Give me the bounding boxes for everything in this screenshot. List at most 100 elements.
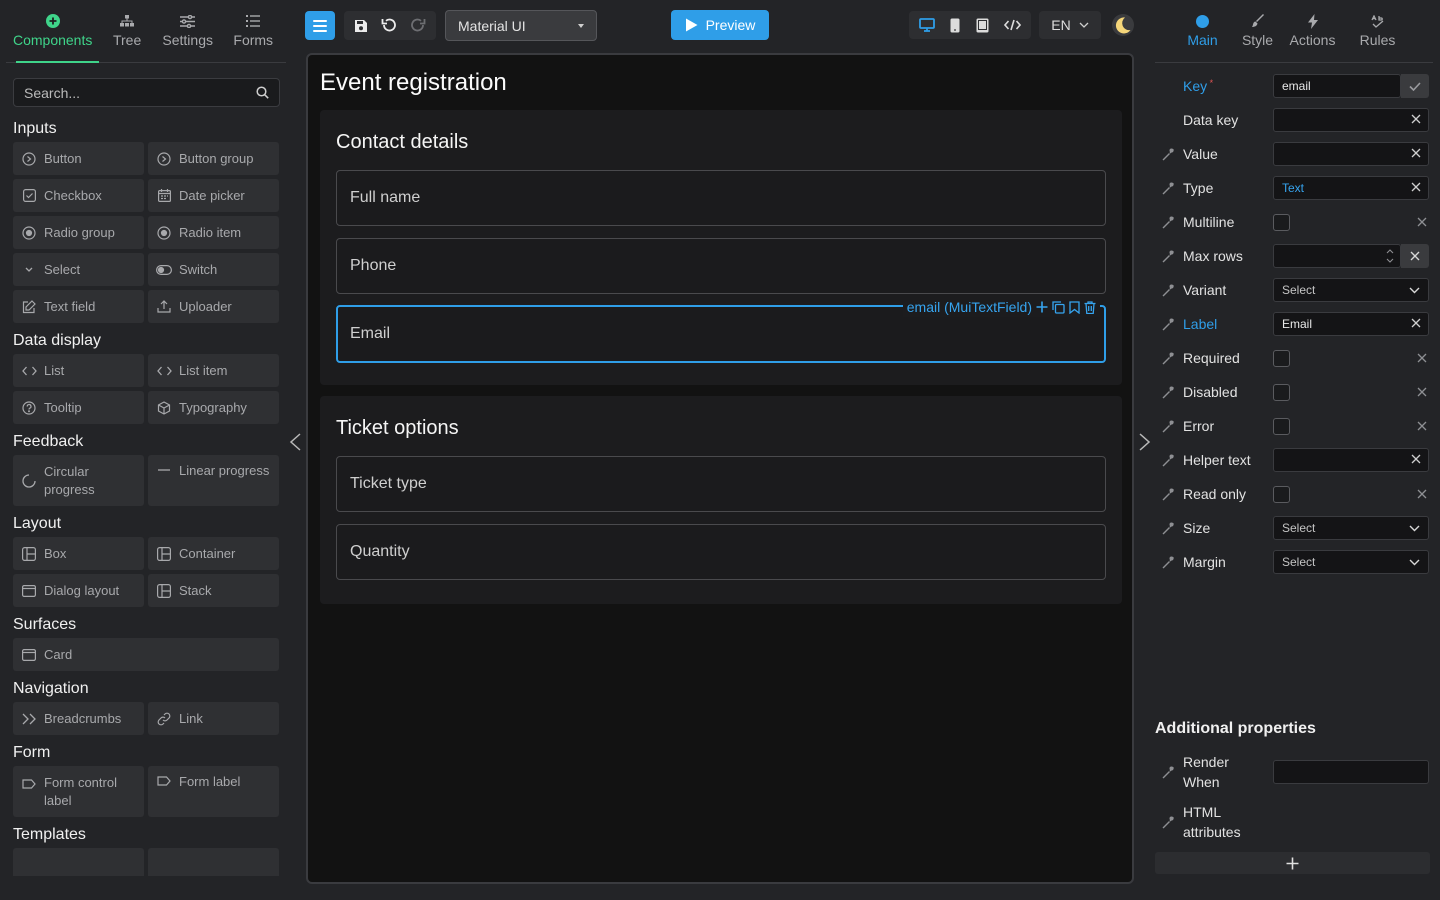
component-dialog-layout[interactable]: Dialog layout <box>13 574 144 607</box>
clear-icon[interactable] <box>1417 387 1427 397</box>
component-radio-group[interactable]: Radio group <box>13 216 144 249</box>
menu-button[interactable] <box>305 11 335 40</box>
component-box[interactable]: Box <box>13 537 144 570</box>
component-select[interactable]: Select <box>13 253 144 286</box>
component-list-item[interactable]: List item <box>148 354 279 387</box>
component-switch[interactable]: Switch <box>148 253 279 286</box>
wrench-icon[interactable] <box>1161 182 1174 195</box>
add-attribute-button[interactable] <box>1155 852 1430 874</box>
tab-components[interactable]: Components <box>6 8 100 63</box>
label-input[interactable]: Email <box>1273 312 1429 336</box>
clear-icon[interactable] <box>1411 182 1421 192</box>
clear-icon[interactable] <box>1411 454 1421 464</box>
max-rows-input[interactable] <box>1273 244 1401 268</box>
tab-main[interactable]: Main <box>1155 8 1250 62</box>
component-button[interactable]: Button <box>13 142 144 175</box>
bookmark-icon[interactable] <box>1069 300 1080 314</box>
tablet-icon[interactable] <box>976 18 989 33</box>
type-input[interactable]: Text <box>1273 176 1429 200</box>
field-quantity[interactable]: Quantity <box>336 524 1106 580</box>
clear-icon[interactable] <box>1411 148 1421 158</box>
component-card[interactable]: Card <box>13 638 279 671</box>
component-form-control-label[interactable]: Form control label <box>13 766 144 817</box>
disabled-checkbox[interactable] <box>1273 383 1290 401</box>
component-template[interactable] <box>13 848 144 876</box>
variant-select[interactable]: Select <box>1273 278 1429 302</box>
trash-icon[interactable] <box>1084 300 1096 314</box>
error-checkbox[interactable] <box>1273 417 1290 435</box>
clear-icon[interactable] <box>1417 217 1427 227</box>
add-icon[interactable] <box>1036 301 1048 313</box>
component-text-field[interactable]: Text field <box>13 290 144 323</box>
clear-icon[interactable] <box>1411 318 1421 328</box>
code-icon[interactable] <box>1004 19 1022 31</box>
duplicate-icon[interactable] <box>1052 300 1065 314</box>
wrench-icon[interactable] <box>1161 386 1174 399</box>
value-input[interactable] <box>1273 142 1429 166</box>
component-tooltip[interactable]: Tooltip <box>13 391 144 424</box>
wrench-icon[interactable] <box>1161 522 1174 535</box>
component-stack[interactable]: Stack <box>148 574 279 607</box>
card-ticket-options[interactable]: Ticket options Ticket type Quantity <box>320 396 1122 604</box>
key-input[interactable]: email <box>1273 74 1401 98</box>
tab-forms[interactable]: Forms <box>220 8 286 62</box>
wrench-icon[interactable] <box>1161 250 1174 263</box>
field-full-name[interactable]: Full name <box>336 170 1106 226</box>
component-typography[interactable]: Typography <box>148 391 279 424</box>
field-email[interactable]: Email email (MuiTextField) <box>336 297 1106 363</box>
tab-rules[interactable]: Rules <box>1360 8 1395 62</box>
save-icon[interactable] <box>354 19 368 33</box>
search-icon[interactable] <box>256 86 269 99</box>
undo-icon[interactable] <box>381 18 397 33</box>
tab-actions[interactable]: Actions <box>1265 8 1360 62</box>
component-breadcrumbs[interactable]: Breadcrumbs <box>13 702 144 735</box>
render-when-input[interactable] <box>1273 760 1429 784</box>
tab-style[interactable]: Style <box>1242 8 1273 62</box>
component-date-picker[interactable]: Date picker <box>148 179 279 212</box>
wrench-icon[interactable] <box>1161 318 1174 331</box>
wrench-icon[interactable] <box>1161 556 1174 569</box>
component-template[interactable] <box>148 848 279 876</box>
data-key-input[interactable] <box>1273 108 1429 132</box>
component-checkbox[interactable]: Checkbox <box>13 179 144 212</box>
confirm-key-button[interactable] <box>1401 74 1429 98</box>
clear-max-rows-button[interactable] <box>1401 244 1429 268</box>
stepper-icon[interactable] <box>1386 247 1394 265</box>
wrench-icon[interactable] <box>1161 454 1174 467</box>
theme-toggle[interactable] <box>1110 12 1136 38</box>
tab-settings[interactable]: Settings <box>155 8 221 62</box>
field-phone[interactable]: Phone <box>336 238 1106 294</box>
clear-icon[interactable] <box>1417 489 1427 499</box>
wrench-icon[interactable] <box>1161 216 1174 229</box>
language-select[interactable]: EN <box>1039 11 1101 39</box>
component-form-label[interactable]: Form label <box>148 766 279 817</box>
tab-tree[interactable]: Tree <box>99 8 155 62</box>
component-container[interactable]: Container <box>148 537 279 570</box>
component-link[interactable]: Link <box>148 702 279 735</box>
component-search[interactable] <box>13 78 280 107</box>
read-only-checkbox[interactable] <box>1273 485 1290 503</box>
wrench-icon[interactable] <box>1161 352 1174 365</box>
wrench-icon[interactable] <box>1161 148 1174 161</box>
form-canvas[interactable]: Event registration Contact details Full … <box>306 53 1134 884</box>
redo-icon[interactable] <box>410 18 426 33</box>
multiline-checkbox[interactable] <box>1273 213 1290 231</box>
component-uploader[interactable]: Uploader <box>148 290 279 323</box>
wrench-icon[interactable] <box>1161 816 1174 829</box>
component-radio-item[interactable]: Radio item <box>148 216 279 249</box>
clear-icon[interactable] <box>1417 353 1427 363</box>
card-contact-details[interactable]: Contact details Full name Phone Email em… <box>320 110 1122 385</box>
collapse-left-panel[interactable] <box>288 432 302 452</box>
desktop-icon[interactable] <box>918 18 935 32</box>
ui-library-select[interactable]: Material UI <box>445 10 597 41</box>
clear-icon[interactable] <box>1411 114 1421 124</box>
wrench-icon[interactable] <box>1161 766 1174 779</box>
helper-text-input[interactable] <box>1273 448 1429 472</box>
component-button-group[interactable]: Button group <box>148 142 279 175</box>
size-select[interactable]: Select <box>1273 516 1429 540</box>
search-input[interactable] <box>24 84 256 101</box>
wrench-icon[interactable] <box>1161 488 1174 501</box>
required-checkbox[interactable] <box>1273 349 1290 367</box>
preview-button[interactable]: Preview <box>671 10 769 40</box>
margin-select[interactable]: Select <box>1273 550 1429 574</box>
